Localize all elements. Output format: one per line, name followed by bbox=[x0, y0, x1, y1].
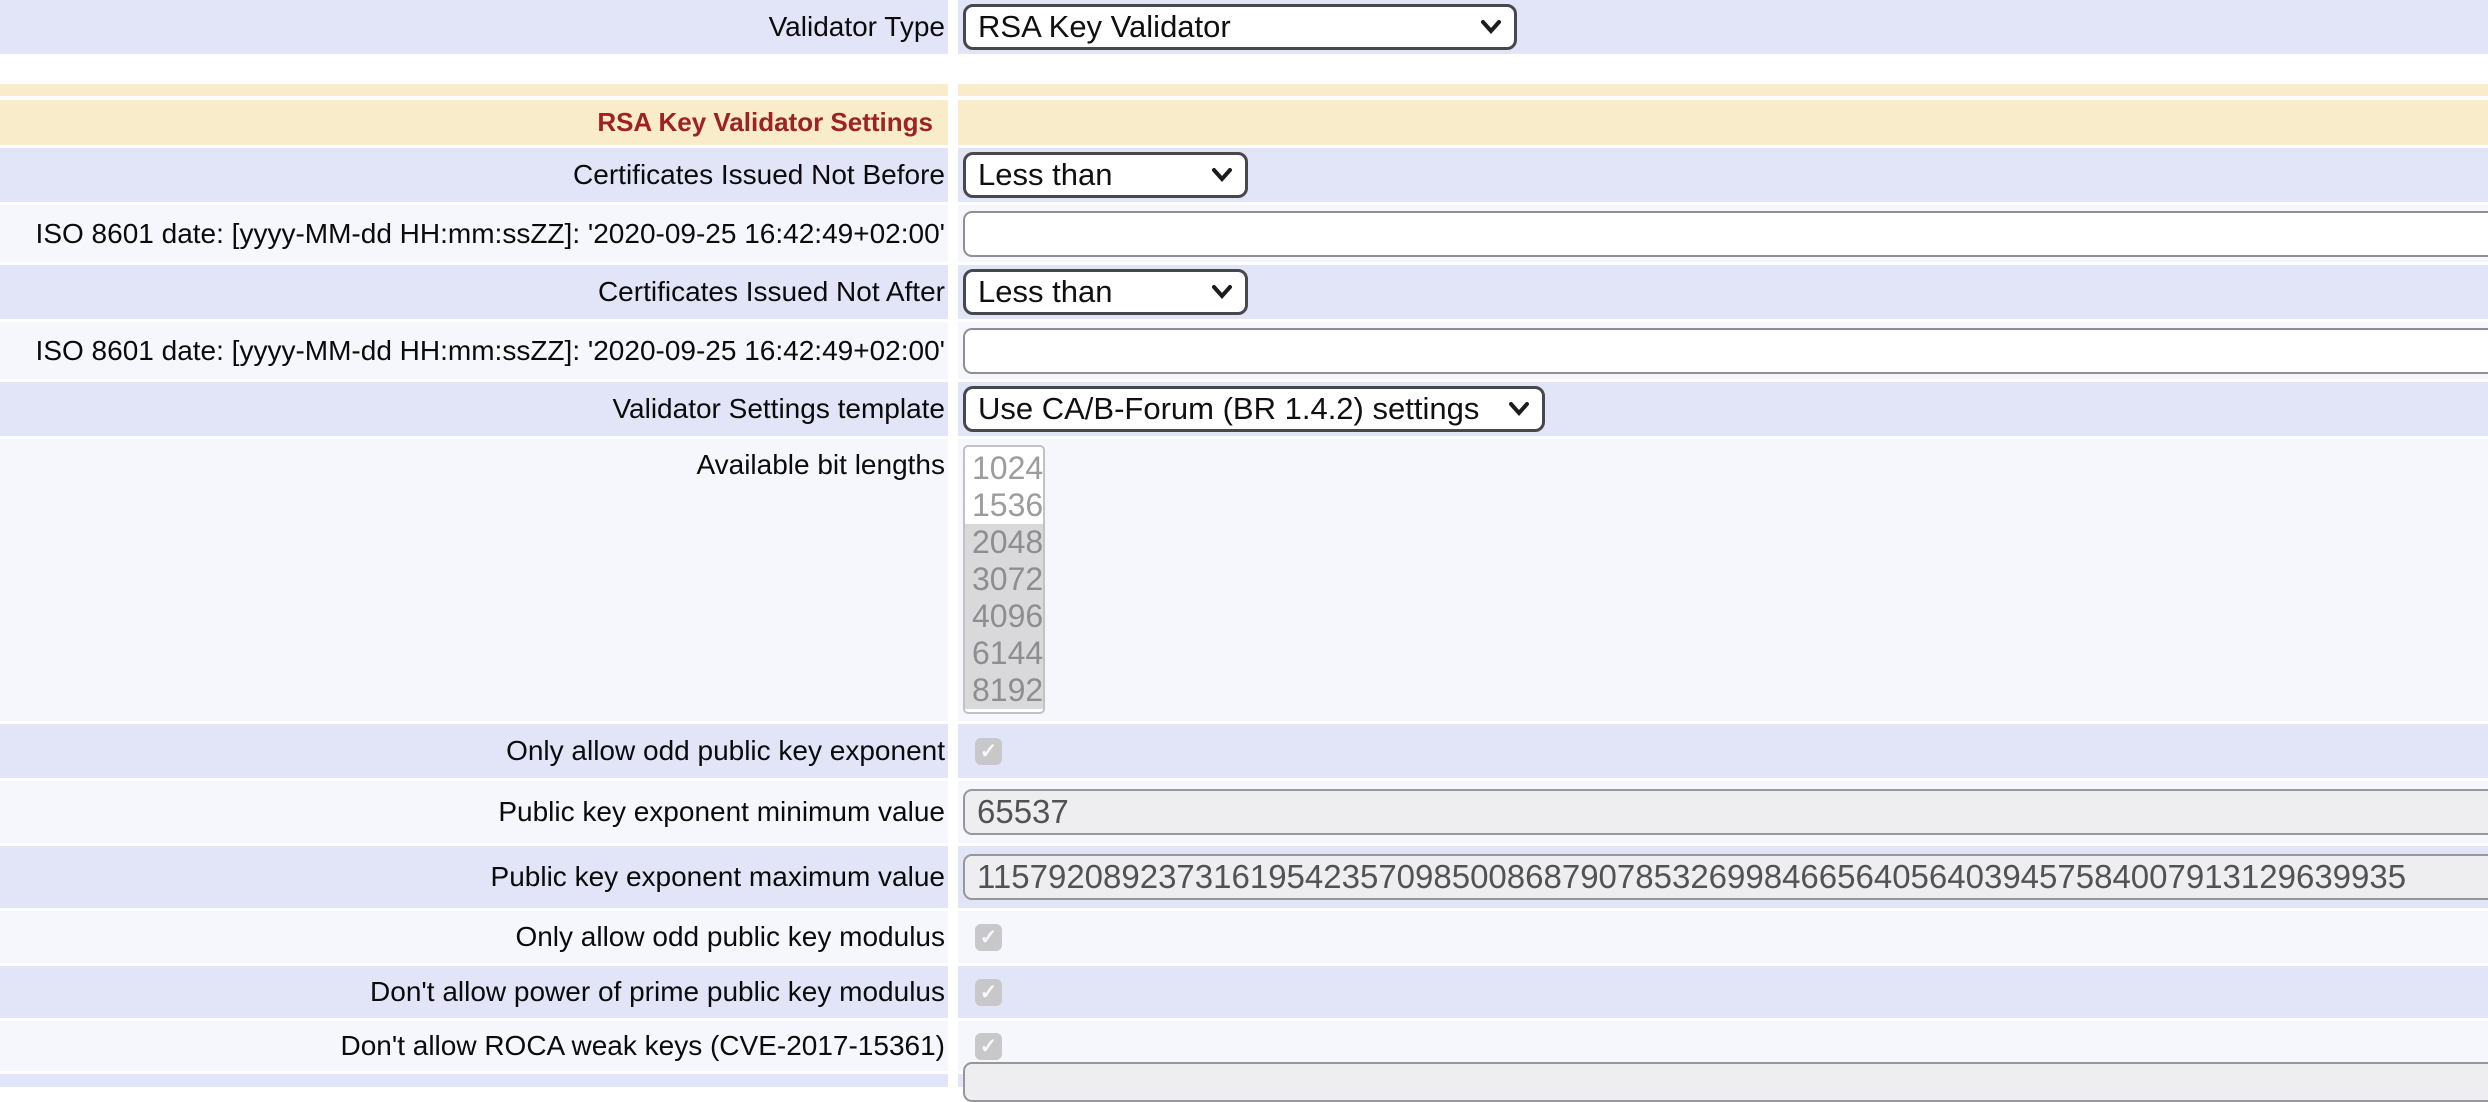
list-option: 8192 bbox=[965, 672, 1043, 709]
validator-type-select[interactable]: RSA Key Validator bbox=[963, 4, 1517, 50]
not-before-condition-value: Less than bbox=[978, 157, 1112, 193]
bit-lengths-label: Available bit lengths bbox=[696, 449, 945, 481]
row-settings-template: Validator Settings template Use CA/B-For… bbox=[0, 382, 2488, 436]
list-option: 3072 bbox=[965, 561, 1043, 598]
list-option: 4096 bbox=[965, 598, 1043, 635]
section-header-row: RSA Key Validator Settings bbox=[0, 100, 2488, 145]
settings-template-select[interactable]: Use CA/B-Forum (BR 1.4.2) settings bbox=[963, 386, 1545, 432]
exponent-max-input bbox=[963, 854, 2488, 900]
chevron-down-icon bbox=[1480, 20, 1502, 34]
validator-type-label: Validator Type bbox=[769, 11, 945, 43]
check-icon: ✓ bbox=[980, 927, 998, 948]
not-before-date-input[interactable] bbox=[963, 211, 2488, 257]
list-option: 6144 bbox=[965, 635, 1043, 672]
check-icon: ✓ bbox=[980, 982, 998, 1003]
not-before-condition-select[interactable]: Less than bbox=[963, 152, 1248, 198]
list-option: 1024 bbox=[965, 450, 1043, 487]
row-validator-type: Validator Type RSA Key Validator bbox=[0, 0, 2488, 54]
check-icon: ✓ bbox=[980, 1036, 998, 1057]
section-gap bbox=[0, 57, 2488, 84]
chevron-down-icon bbox=[1508, 402, 1530, 416]
not-before-label: Certificates Issued Not Before bbox=[573, 159, 945, 191]
roca-label: Don't allow ROCA weak keys (CVE-2017-153… bbox=[340, 1030, 945, 1062]
bit-lengths-listbox: 1024 1536 2048 3072 4096 6144 8192 bbox=[963, 445, 1045, 714]
list-option: 1536 bbox=[965, 487, 1043, 524]
row-not-after-date: ISO 8601 date: [yyyy-MM-dd HH:mm:ssZZ]: … bbox=[0, 322, 2488, 379]
odd-exponent-label: Only allow odd public key exponent bbox=[506, 735, 945, 767]
settings-template-label: Validator Settings template bbox=[612, 393, 945, 425]
power-of-prime-label: Don't allow power of prime public key mo… bbox=[370, 976, 945, 1008]
row-odd-modulus: Only allow odd public key modulus ✓ bbox=[0, 911, 2488, 963]
row-next-partial bbox=[0, 1074, 2488, 1087]
exponent-min-label: Public key exponent minimum value bbox=[498, 796, 945, 828]
row-bit-lengths: Available bit lengths 1024 1536 2048 307… bbox=[0, 439, 2488, 721]
not-after-label: Certificates Issued Not After bbox=[598, 276, 945, 308]
chevron-down-icon bbox=[1211, 285, 1233, 299]
row-exponent-max: Public key exponent maximum value bbox=[0, 846, 2488, 908]
section-header-strip bbox=[0, 84, 2488, 96]
list-option: 2048 bbox=[965, 524, 1043, 561]
not-after-condition-value: Less than bbox=[978, 274, 1112, 310]
power-of-prime-checkbox: ✓ bbox=[975, 979, 1002, 1006]
row-not-before-date: ISO 8601 date: [yyyy-MM-dd HH:mm:ssZZ]: … bbox=[0, 205, 2488, 262]
exponent-min-input bbox=[963, 789, 2488, 835]
row-odd-exponent: Only allow odd public key exponent ✓ bbox=[0, 724, 2488, 778]
next-field-partial-input bbox=[963, 1062, 2488, 1102]
chevron-down-icon bbox=[1211, 168, 1233, 182]
validator-type-selected-value: RSA Key Validator bbox=[978, 9, 1231, 45]
not-after-date-input[interactable] bbox=[963, 328, 2488, 374]
exponent-max-label: Public key exponent maximum value bbox=[491, 861, 945, 893]
odd-modulus-checkbox: ✓ bbox=[975, 924, 1002, 951]
row-not-after: Certificates Issued Not After Less than bbox=[0, 265, 2488, 319]
check-icon: ✓ bbox=[980, 741, 998, 762]
odd-modulus-label: Only allow odd public key modulus bbox=[515, 921, 945, 953]
row-exponent-min: Public key exponent minimum value bbox=[0, 781, 2488, 843]
settings-template-value: Use CA/B-Forum (BR 1.4.2) settings bbox=[978, 391, 1479, 427]
odd-exponent-checkbox: ✓ bbox=[975, 738, 1002, 765]
roca-checkbox: ✓ bbox=[975, 1033, 1002, 1060]
validator-form: Validator Type RSA Key Validator RSA Key… bbox=[0, 0, 2488, 1087]
not-after-date-label: ISO 8601 date: [yyyy-MM-dd HH:mm:ssZZ]: … bbox=[36, 335, 945, 367]
not-after-condition-select[interactable]: Less than bbox=[963, 269, 1248, 315]
section-title: RSA Key Validator Settings bbox=[597, 107, 945, 138]
row-not-before: Certificates Issued Not Before Less than bbox=[0, 148, 2488, 202]
not-before-date-label: ISO 8601 date: [yyyy-MM-dd HH:mm:ssZZ]: … bbox=[36, 218, 945, 250]
row-power-of-prime: Don't allow power of prime public key mo… bbox=[0, 966, 2488, 1018]
